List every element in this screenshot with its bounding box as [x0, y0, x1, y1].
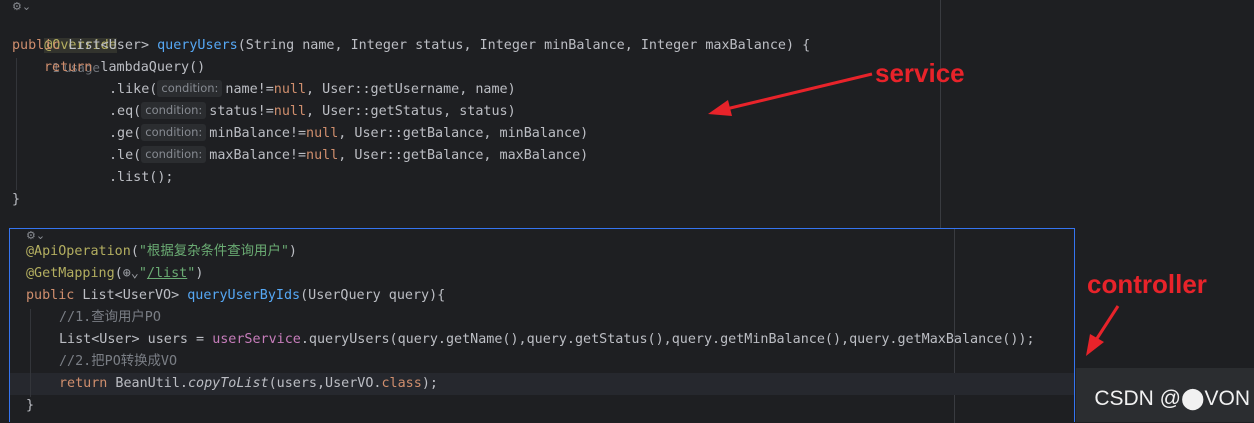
- indent-guide: [16, 58, 17, 190]
- right-margin-guide: [940, 0, 941, 228]
- code-line-return-copy: return BeanUtil.copyToList(users,UserVO.…: [59, 376, 438, 391]
- code-line-close: }: [12, 192, 21, 207]
- code-line-controller-close: }: [26, 398, 35, 413]
- code-line-get-mapping: @GetMapping(⊕⌄"/list"): [26, 266, 204, 281]
- parameter-hint: condition:: [141, 102, 207, 119]
- indent-guide: [30, 309, 31, 397]
- code-line-api-operation: @ApiOperation("根据复杂条件查询用户"): [26, 244, 297, 259]
- ai-assist-icon[interactable]: ⚙⌄: [12, 0, 31, 13]
- service-label: service: [875, 58, 965, 88]
- parameter-hint: condition:: [141, 124, 207, 141]
- method-name[interactable]: queryUserByIds: [187, 288, 300, 303]
- code-line-le: .le(condition: maxBalance!=null, User::ge…: [109, 146, 589, 163]
- method-name[interactable]: queryUsers: [157, 38, 238, 53]
- code-line-comment-2: //2.把PO转换成VO: [59, 354, 178, 369]
- code-line-like: .like(condition: name!=null, User::getUse…: [109, 80, 516, 97]
- code-editor[interactable]: ⚙⌄ @Override 1 usage public List<User> q…: [0, 0, 1254, 423]
- parameter-hint: condition:: [141, 146, 207, 163]
- code-line-list: .list();: [109, 170, 174, 185]
- code-line-eq: .eq(condition: status!=null, User::getSta…: [109, 102, 516, 119]
- controller-arrow-icon: [1086, 305, 1120, 356]
- code-line-query-users: List<User> users = userService.queryUser…: [59, 332, 1035, 347]
- code-line-method-signature: public List<User> queryUsers(String name…: [12, 38, 811, 53]
- service-arrow-icon: [708, 72, 873, 116]
- code-line-controller-signature: public List<UserVO> queryUserByIds(UserQ…: [26, 288, 446, 303]
- controller-label: controller: [1087, 269, 1207, 299]
- code-line-override: @Override 1 usage: [12, 13, 117, 75]
- endpoint-link[interactable]: /list: [147, 266, 187, 281]
- globe-icon[interactable]: ⊕⌄: [123, 266, 139, 281]
- code-line-ge: .ge(condition: minBalance!=null, User::ge…: [109, 124, 589, 141]
- parameter-hint: condition:: [157, 80, 223, 97]
- controller-code-panel[interactable]: ⚙⌄ @ApiOperation("根据复杂条件查询用户") @GetMappi…: [9, 228, 1075, 423]
- code-line-comment-1: //1.查询用户PO: [59, 310, 161, 325]
- csdn-watermark: CSDN @⬤VON: [1094, 387, 1250, 410]
- code-line-return: return lambdaQuery(): [44, 60, 206, 75]
